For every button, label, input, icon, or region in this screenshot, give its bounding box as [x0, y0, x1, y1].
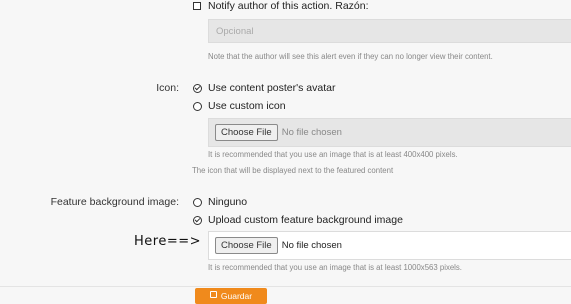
- notify-author-option[interactable]: Notify author of this action. Razón:: [193, 0, 369, 12]
- radio-unchecked-icon[interactable]: [193, 197, 202, 207]
- feature-bg-choose-file-button[interactable]: Choose File: [215, 237, 278, 254]
- feature-bg-option-upload-label: Upload custom feature background image: [208, 214, 403, 226]
- save-button[interactable]: Guardar: [195, 288, 267, 304]
- icon-option-avatar-label: Use content poster's avatar: [208, 82, 336, 94]
- reason-placeholder: Opcional: [216, 25, 254, 37]
- icon-file-status: No file chosen: [281, 127, 342, 138]
- radio-unchecked-icon[interactable]: [193, 101, 202, 111]
- notify-author-checkbox[interactable]: [193, 2, 201, 10]
- feature-bg-option-upload[interactable]: Upload custom feature background image: [193, 214, 403, 226]
- icon-option-avatar[interactable]: Use content poster's avatar: [193, 82, 336, 94]
- annotation-arrow-text: Here==>: [134, 234, 202, 249]
- save-icon: [209, 291, 217, 298]
- icon-option-custom-label: Use custom icon: [208, 100, 286, 112]
- reason-input: Opcional: [208, 19, 571, 43]
- icon-choose-file-button: Choose File: [215, 124, 278, 141]
- feature-bg-option-none[interactable]: Ninguno: [193, 196, 247, 208]
- feature-bg-option-none-label: Ninguno: [208, 196, 248, 208]
- notify-help-text: Note that the author will see this alert…: [208, 52, 493, 61]
- icon-field-label: Icon:: [156, 82, 179, 94]
- radio-checked-icon[interactable]: [193, 83, 202, 93]
- radio-checked-icon[interactable]: [193, 215, 202, 225]
- icon-field-help: The icon that will be displayed next to …: [192, 166, 394, 175]
- feature-bg-field-label: Feature background image:: [50, 196, 179, 208]
- icon-file-input: Choose File No file chosen: [208, 118, 571, 147]
- form-footer: [0, 286, 571, 301]
- feature-bg-file-status: No file chosen: [281, 240, 342, 251]
- icon-option-custom[interactable]: Use custom icon: [193, 100, 286, 112]
- feature-bg-file-input[interactable]: Choose File No file chosen: [208, 231, 571, 260]
- icon-file-help: It is recommended that you use an image …: [208, 150, 458, 159]
- notify-author-label: Notify author of this action. Razón:: [208, 0, 369, 12]
- feature-bg-file-help: It is recommended that you use an image …: [208, 263, 462, 272]
